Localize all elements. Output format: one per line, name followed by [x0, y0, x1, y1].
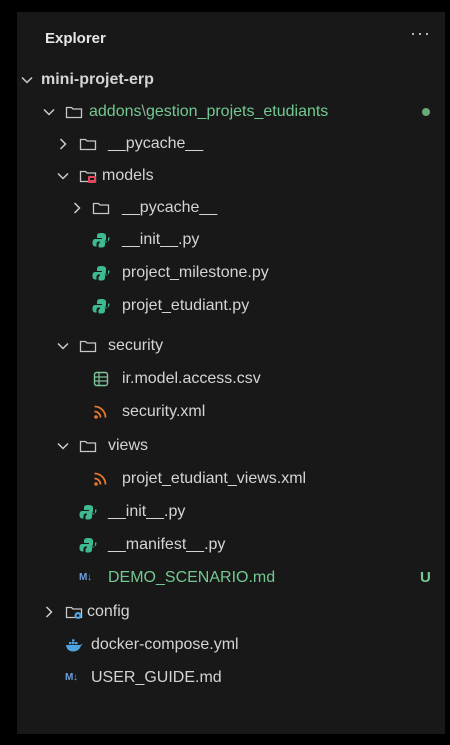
tree-item-label: security	[108, 337, 164, 354]
tree-item-label: config	[87, 603, 130, 620]
tree-item-security-xml[interactable]: security.xml	[17, 396, 445, 428]
tree-item-config[interactable]: config	[17, 596, 445, 628]
tree-item-views[interactable]: views	[17, 430, 445, 462]
tree-item-demo-scenario[interactable]: M↓ DEMO_SCENARIO.md U	[17, 562, 445, 594]
tree-item-label: __init__.py	[108, 503, 186, 520]
chevron-right-icon	[59, 138, 67, 150]
tree-item-init-models[interactable]: __init__.py	[17, 224, 445, 256]
chevron-down-icon	[43, 108, 55, 116]
folder-icon	[92, 202, 110, 215]
tree-item-manifest[interactable]: __manifest__.py	[17, 529, 445, 561]
chevron-right-icon	[45, 606, 53, 618]
tree-item-label: models	[102, 167, 154, 184]
chevron-down-icon	[21, 76, 33, 84]
python-icon	[79, 505, 97, 520]
tree-item-docker-compose[interactable]: docker-compose.yml	[17, 629, 445, 661]
untracked-badge: U	[420, 569, 431, 586]
tree-item-label: __init__.py	[122, 231, 200, 248]
tree-item-label: addons\gestion_projets_etudiants	[89, 103, 329, 120]
csv-icon	[93, 371, 109, 387]
tree-item-label: DEMO_SCENARIO.md	[108, 569, 276, 586]
modified-dot-icon	[422, 108, 430, 116]
config-folder-icon	[65, 606, 83, 619]
explorer-title: Explorer	[45, 30, 106, 47]
tree-item-projet-etudiant[interactable]: projet_etudiant.py	[17, 290, 445, 322]
chevron-right-icon	[73, 202, 81, 214]
folder-icon	[65, 106, 83, 119]
rss-icon	[94, 405, 107, 419]
tree-item-label: __pycache__	[122, 199, 218, 216]
docker-icon	[66, 639, 83, 652]
python-icon	[92, 299, 110, 314]
chevron-down-icon	[57, 342, 69, 350]
python-icon	[79, 538, 97, 553]
tree-item-models-pycache[interactable]: __pycache__	[17, 192, 445, 224]
chevron-down-icon	[57, 172, 69, 180]
tree-item-views-xml[interactable]: projet_etudiant_views.xml	[17, 463, 445, 495]
tree-item-root[interactable]: mini-projet-erp	[17, 64, 445, 96]
folder-icon	[79, 138, 97, 151]
tree-item-access-csv[interactable]: ir.model.access.csv	[17, 363, 445, 395]
tree-item-label: projet_etudiant.py	[122, 297, 250, 314]
tree-item-label: USER_GUIDE.md	[91, 669, 222, 686]
tree-item-label: __pycache__	[108, 135, 204, 152]
tree-item-label: mini-projet-erp	[41, 71, 154, 88]
tree-item-label: security.xml	[122, 403, 206, 420]
tree-item-label: project_milestone.py	[122, 264, 269, 281]
python-icon	[92, 233, 110, 248]
tree-item-addons[interactable]: addons\gestion_projets_etudiants	[17, 96, 445, 128]
tree-item-models[interactable]: models	[17, 160, 445, 192]
folder-icon	[79, 440, 97, 453]
tree-item-security[interactable]: security	[17, 330, 445, 362]
tree-item-label: projet_etudiant_views.xml	[122, 470, 307, 487]
folder-icon	[79, 340, 97, 353]
tree-item-label: __manifest__.py	[108, 536, 226, 553]
python-icon	[92, 266, 110, 281]
more-actions-icon[interactable]: ···	[410, 24, 431, 42]
markdown-icon: M↓	[65, 672, 78, 683]
tree-item-label: docker-compose.yml	[91, 636, 239, 653]
tree-item-pycache[interactable]: __pycache__	[17, 128, 445, 160]
rss-icon	[94, 472, 107, 486]
models-folder-icon	[79, 170, 97, 183]
tree-item-init-root[interactable]: __init__.py	[17, 496, 445, 528]
markdown-icon: M↓	[79, 572, 92, 583]
tree-item-label: ir.model.access.csv	[122, 370, 261, 387]
tree-item-user-guide[interactable]: M↓ USER_GUIDE.md	[17, 662, 445, 694]
chevron-down-icon	[57, 442, 69, 450]
explorer-header: Explorer ···	[17, 12, 445, 64]
tree-item-label: views	[108, 437, 149, 454]
tree-item-project-milestone[interactable]: project_milestone.py	[17, 257, 445, 289]
explorer-panel: Explorer ··· mini-projet-erp addons\gest…	[17, 12, 445, 734]
